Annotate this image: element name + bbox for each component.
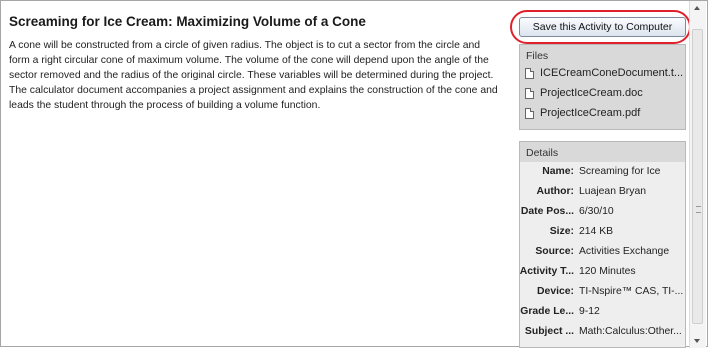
detail-row: Author: Luajean Bryan bbox=[520, 182, 685, 202]
document-icon bbox=[525, 107, 534, 119]
scrollbar-thumb[interactable] bbox=[692, 29, 703, 324]
detail-row: Subject ... Math:Calculus:Other... bbox=[520, 322, 685, 342]
document-icon bbox=[525, 87, 534, 99]
detail-value: 214 KB bbox=[579, 226, 614, 237]
file-name: ProjectIceCream.pdf bbox=[540, 107, 641, 119]
detail-value: 6/30/10 bbox=[579, 206, 614, 217]
detail-value: 120 Minutes bbox=[579, 266, 636, 277]
detail-key: Subject ... bbox=[524, 326, 574, 337]
detail-value: 9-12 bbox=[579, 306, 600, 317]
file-item[interactable]: ProjectIceCream.doc bbox=[525, 83, 685, 103]
details-table: Name: Screaming for Ice Author: Luajean … bbox=[520, 162, 685, 347]
detail-value: Screaming for Ice bbox=[579, 166, 661, 177]
detail-key: Source: bbox=[535, 246, 574, 257]
detail-row: Grade Le... 9-12 bbox=[520, 302, 685, 322]
detail-row: Date Pos... 6/30/10 bbox=[520, 202, 685, 222]
detail-value: Math:Calculus:Other... bbox=[579, 326, 682, 337]
detail-key: Device: bbox=[537, 286, 574, 297]
scroll-down-arrow-icon[interactable] bbox=[694, 339, 700, 343]
activity-description: A cone will be constructed from a circle… bbox=[9, 40, 498, 111]
activity-main: Screaming for Ice Cream: Maximizing Volu… bbox=[9, 11, 503, 113]
detail-row: Source: Activities Exchange bbox=[520, 242, 685, 262]
detail-value: Luajean Bryan bbox=[579, 186, 647, 197]
detail-value: Activities Exchange bbox=[579, 246, 670, 257]
file-item[interactable]: ICECreamConeDocument.t... bbox=[525, 63, 685, 83]
detail-row: Activity T... 120 Minutes bbox=[520, 262, 685, 282]
activity-title: Screaming for Ice Cream: Maximizing Volu… bbox=[9, 14, 366, 29]
detail-value: TI-Nspire™ CAS, TI-... bbox=[579, 286, 683, 297]
save-activity-button[interactable]: Save this Activity to Computer bbox=[519, 17, 686, 37]
file-item[interactable]: ProjectIceCream.pdf bbox=[525, 103, 685, 123]
detail-key: Activity T... bbox=[519, 266, 574, 277]
detail-key: Size: bbox=[549, 226, 574, 237]
detail-row: Device: TI-Nspire™ CAS, TI-... bbox=[520, 282, 685, 302]
file-name: ICECreamConeDocument.t... bbox=[540, 67, 684, 79]
document-icon bbox=[525, 67, 534, 79]
detail-row: Size: 214 KB bbox=[520, 222, 685, 242]
files-panel: Files ICECreamConeDocument.t... ProjectI… bbox=[519, 44, 686, 130]
detail-key: Date Pos... bbox=[520, 206, 574, 217]
grip-icon bbox=[696, 206, 701, 213]
detail-key: Grade Le... bbox=[520, 306, 574, 317]
activity-window: Screaming for Ice Cream: Maximizing Volu… bbox=[0, 0, 708, 348]
details-header: Details bbox=[526, 147, 559, 159]
detail-key: Name: bbox=[542, 166, 574, 177]
activity-sidebar: Save this Activity to Computer Files ICE… bbox=[514, 1, 686, 348]
detail-row: Name: Screaming for Ice bbox=[520, 162, 685, 182]
scroll-up-arrow-icon[interactable] bbox=[694, 6, 700, 10]
files-header: Files bbox=[526, 50, 549, 62]
file-name: ProjectIceCream.doc bbox=[540, 87, 643, 99]
details-panel: Details Name: Screaming for Ice Author: … bbox=[519, 141, 686, 348]
vertical-scrollbar[interactable] bbox=[689, 1, 706, 348]
detail-key: Author: bbox=[536, 186, 574, 197]
